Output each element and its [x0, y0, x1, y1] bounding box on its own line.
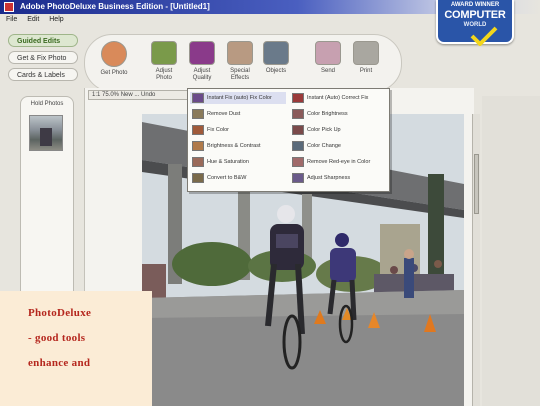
- adjust-quality-button[interactable]: Adjust Quality: [185, 41, 219, 87]
- effects-icon: [227, 41, 253, 65]
- menu-item-label: Convert to B&W: [207, 175, 247, 181]
- color-change-icon: [292, 141, 304, 151]
- objects-label: Objects: [265, 68, 287, 74]
- adjust-photo-label: Adjust Photo: [155, 68, 173, 81]
- menu-item-label: Fix Color: [207, 127, 230, 133]
- objects-button[interactable]: Objects: [259, 41, 293, 87]
- app-window: Adobe PhotoDeluxe Business Edition - [Un…: [0, 0, 540, 406]
- menu-item-fix-color[interactable]: Fix Color: [190, 124, 229, 136]
- get-photo-button[interactable]: Get Photo: [97, 41, 131, 87]
- menu-help[interactable]: Help: [49, 16, 63, 23]
- adjust-photo-button[interactable]: Adjust Photo: [147, 41, 181, 87]
- menu-item-color-brightness[interactable]: Color Brightness: [290, 108, 348, 120]
- menu-item-remove-red-eye[interactable]: Remove Red-eye in Color: [290, 156, 370, 168]
- red-eye-icon: [292, 157, 304, 167]
- menu-item-label: Color Brightness: [307, 111, 348, 117]
- instant-correct-icon: [292, 93, 304, 103]
- adjust-quality-label: Adjust Quality: [192, 68, 212, 81]
- quality-dropdown-menu: Instant Fix (auto) Fix Color Remove Dust…: [187, 88, 390, 192]
- send-icon: [315, 41, 341, 65]
- right-margin: [482, 96, 540, 406]
- menu-edit[interactable]: Edit: [27, 16, 39, 23]
- menu-item-color-pickup[interactable]: Color Pick Up: [290, 124, 341, 136]
- mode-tabs: Guided Edits Get & Fix Photo Cards & Lab…: [8, 34, 78, 85]
- panel-header: Hold Photos: [30, 101, 64, 107]
- fix-color-icon: [192, 125, 204, 135]
- checkmark-icon: [470, 26, 498, 46]
- badge-top-text: AWARD WINNER: [450, 2, 500, 8]
- objects-icon: [263, 41, 289, 65]
- menu-item-remove-dust[interactable]: Remove Dust: [190, 108, 240, 120]
- caption-line-3: enhance and: [28, 357, 91, 369]
- camera-icon: [101, 41, 127, 67]
- tab-get-fix-photo[interactable]: Get & Fix Photo: [8, 51, 78, 64]
- menu-item-label: Instant (Auto) Correct Fix: [307, 95, 369, 101]
- print-button[interactable]: Print: [349, 41, 383, 87]
- menu-item-instant-fix[interactable]: Instant Fix (auto) Fix Color: [190, 92, 286, 104]
- print-label: Print: [359, 68, 373, 74]
- quality-icon: [189, 41, 215, 65]
- print-icon: [353, 41, 379, 65]
- instant-fix-icon: [192, 93, 204, 103]
- menu-item-sharpness[interactable]: Adjust Sharpness: [290, 172, 350, 184]
- menu-item-hue-saturation[interactable]: Hue & Saturation: [190, 156, 249, 168]
- zoom-bar[interactable]: 1:1 75.0% New ... Undo: [88, 90, 188, 100]
- tab-cards-labels[interactable]: Cards & Labels: [8, 68, 78, 81]
- computer-world-badge: AWARD WINNER COMPUTER WORLD: [430, 0, 520, 48]
- photo-thumbnail[interactable]: [29, 115, 63, 151]
- menu-item-label: Color Change: [307, 143, 341, 149]
- caption-line-2: - good tools: [28, 332, 86, 344]
- convert-bw-icon: [192, 173, 204, 183]
- menu-item-label: Brightness & Contrast: [207, 143, 261, 149]
- menu-item-instant-correct[interactable]: Instant (Auto) Correct Fix: [290, 92, 368, 104]
- send-button[interactable]: Send: [311, 41, 345, 87]
- menu-item-convert-bw[interactable]: Convert to B&W: [190, 172, 246, 184]
- menu-item-label: Remove Red-eye in Color: [307, 159, 371, 165]
- get-photo-label: Get Photo: [100, 70, 128, 76]
- sharpness-icon: [292, 173, 304, 183]
- menu-item-color-change[interactable]: Color Change: [290, 140, 341, 152]
- toolbar: Get Photo Adjust Photo Adjust Quality Sp…: [84, 34, 402, 92]
- brightness-icon: [192, 141, 204, 151]
- menu-item-label: Hue & Saturation: [207, 159, 249, 165]
- menu-item-label: Remove Dust: [207, 111, 241, 117]
- menu-file[interactable]: File: [6, 16, 17, 23]
- app-icon: [4, 2, 14, 12]
- vertical-scrollbar[interactable]: [472, 114, 480, 406]
- caption-box: PhotoDeluxe - good tools enhance and: [0, 291, 152, 406]
- menu-item-label: Color Pick Up: [307, 127, 341, 133]
- hue-saturation-icon: [192, 157, 204, 167]
- tab-guided-edits[interactable]: Guided Edits: [8, 34, 78, 47]
- menu-item-label: Instant Fix (auto) Fix Color: [207, 95, 272, 101]
- color-pickup-icon: [292, 125, 304, 135]
- caption-line-1: PhotoDeluxe: [28, 307, 92, 319]
- menu-item-brightness[interactable]: Brightness & Contrast: [190, 140, 261, 152]
- scrollbar-thumb[interactable]: [474, 154, 479, 214]
- remove-dust-icon: [192, 109, 204, 119]
- special-effects-button[interactable]: Special Effects: [223, 41, 257, 87]
- special-effects-label: Special Effects: [230, 68, 250, 81]
- color-brightness-icon: [292, 109, 304, 119]
- adjust-icon: [151, 41, 177, 65]
- window-title: Adobe PhotoDeluxe Business Edition - [Un…: [20, 2, 210, 11]
- badge-main-text: COMPUTER: [444, 9, 506, 21]
- send-label: Send: [320, 68, 335, 74]
- menu-item-label: Adjust Sharpness: [307, 175, 351, 181]
